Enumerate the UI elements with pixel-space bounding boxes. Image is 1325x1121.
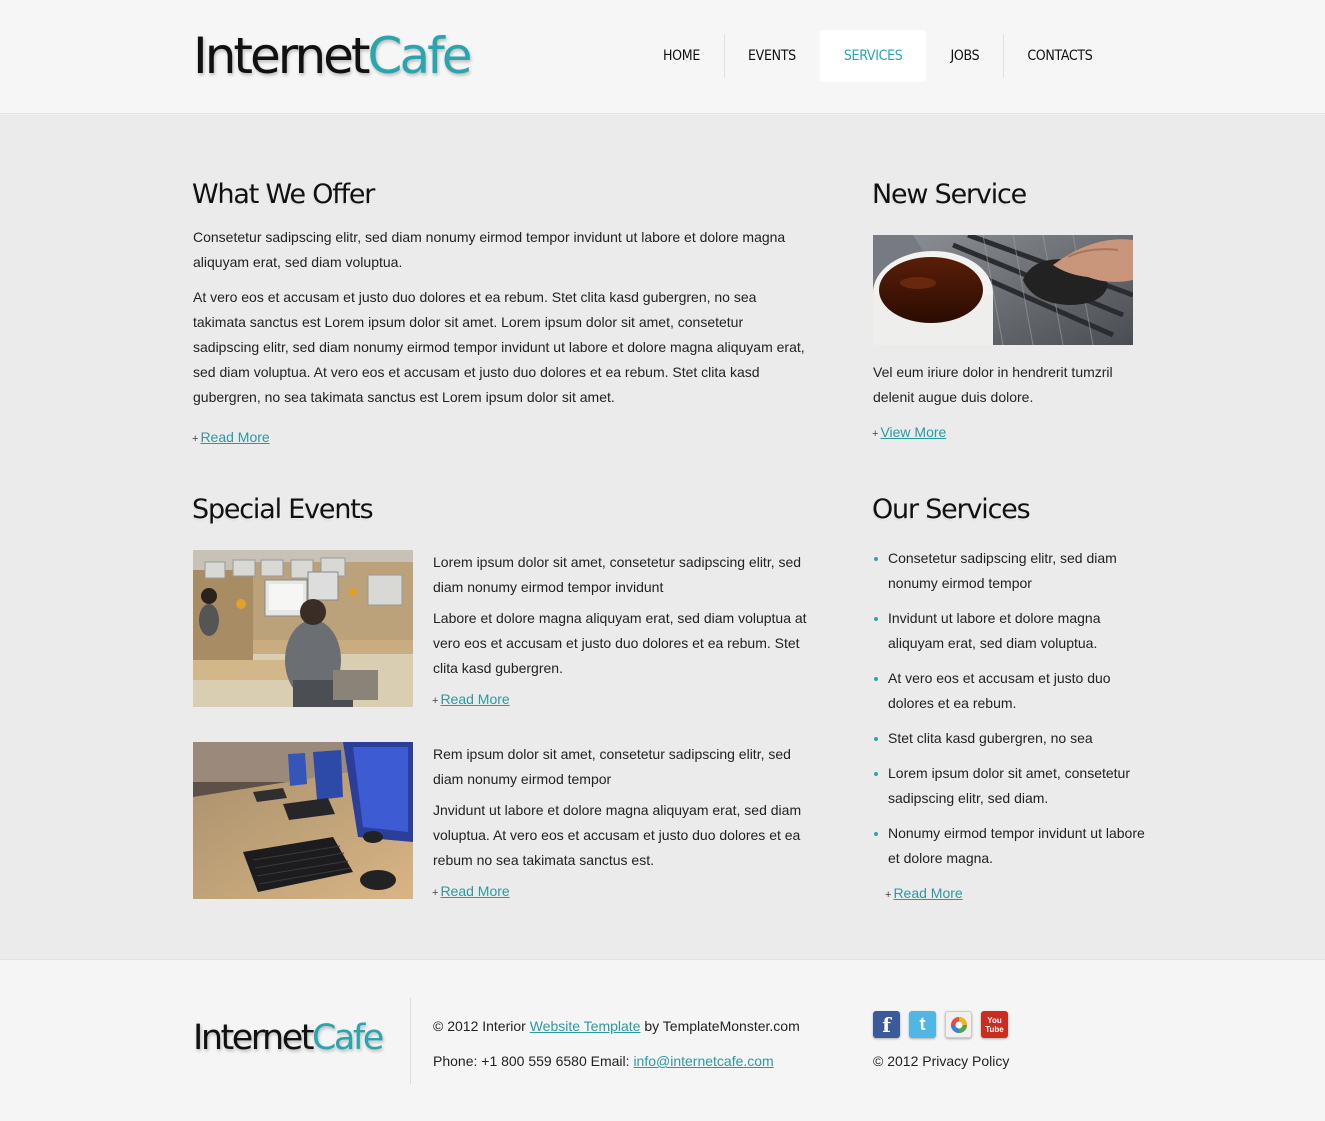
main-content: What We Offer Consetetur sadipscing elit… [0,115,1325,959]
services-read-more: + Read More [885,885,963,901]
main-nav: HOME EVENTS SERVICES JOBS CONTACTS [639,30,1117,82]
plus-icon: + [432,695,439,707]
phone-text: Phone: +1 800 559 6580 Email: [433,1053,634,1069]
footer-logo[interactable]: InternetCafe [193,1018,384,1058]
nav-services[interactable]: SERVICES [819,30,927,82]
youtube-icon[interactable]: You Tube [981,1011,1008,1038]
event-2-lead: Rem ipsum dolor sit amet, consetetur sad… [433,746,791,787]
service-item: Stet clita kasd gubergren, no sea [873,726,1148,751]
logo-internet: Internet [193,27,371,85]
header: InternetCafe HOME EVENTS SERVICES JOBS C… [0,0,1325,114]
event-1-body: Labore et dolore magna aliquyam erat, se… [433,610,807,676]
service-item: Nonumy eirmod tempor invidunt ut labore … [873,821,1148,871]
plus-icon: + [885,889,892,901]
footer-logo-cafe: Cafe [311,1018,384,1058]
picasa-glyph [950,1016,967,1033]
nav-home[interactable]: HOME [639,30,724,82]
events-title: Special Events [192,494,374,525]
event-1-read-more-link[interactable]: Read More [440,691,509,707]
event-2-body: Jnvidunt ut labore et dolore magna aliqu… [433,802,802,868]
footer: InternetCafe © 2012 Interior Website Tem… [0,959,1325,1121]
facebook-icon[interactable]: f [873,1011,900,1038]
service-item: Lorem ipsum dolor sit amet, consetetur s… [873,761,1148,811]
services-list: Consetetur sadipscing elitr, sed diam no… [873,546,1148,881]
new-service-view-more: + View More [872,424,946,440]
service-item: Consetetur sadipscing elitr, sed diam no… [873,546,1148,596]
offer-intro: Consetetur sadipscing elitr, sed diam no… [193,229,786,270]
offer-read-more-link[interactable]: Read More [200,429,269,445]
event-2-read-more-link[interactable]: Read More [440,883,509,899]
plus-icon: + [872,428,879,440]
services-read-more-link[interactable]: Read More [893,885,962,901]
copyright-prefix: © 2012 Interior [433,1018,530,1034]
new-service-title: New Service [872,179,1027,210]
offer-read-more: + Read More [192,429,270,445]
youtube-tube: Tube [985,1024,1004,1034]
offer-body: At vero eos et accusam et justo duo dolo… [193,289,805,405]
nav-contacts[interactable]: CONTACTS [1003,30,1116,82]
event-1-read-more: + Read More [432,691,510,707]
nav-events[interactable]: EVENTS [724,30,820,82]
new-service-text: Vel eum iriure dolor in hendrerit tumzri… [873,364,1113,405]
website-template-link[interactable]: Website Template [530,1018,641,1034]
logo[interactable]: InternetCafe [193,27,473,85]
footer-logo-internet: Internet [193,1018,314,1058]
service-item: At vero eos et accusam et justo duo dolo… [873,666,1148,716]
email-link[interactable]: info@internetcafe.com [633,1053,773,1069]
service-item: Invidunt ut labore et dolore magna aliqu… [873,606,1148,656]
our-services-title: Our Services [872,494,1031,525]
social-icons: f t You Tube [873,1011,1008,1038]
plus-icon: + [192,433,199,445]
coffee-laptop-image [873,235,1133,345]
footer-divider [410,998,411,1084]
plus-icon: + [432,887,439,899]
event-1-lead: Lorem ipsum dolor sit amet, consetetur s… [433,554,802,595]
footer-copyright: © 2012 Interior Website Template by Temp… [433,1018,800,1034]
footer-contact: Phone: +1 800 559 6580 Email: info@inter… [433,1053,774,1069]
event-2-read-more: + Read More [432,883,510,899]
view-more-link[interactable]: View More [880,424,946,440]
picasa-icon[interactable] [945,1011,972,1038]
offer-title: What We Offer [192,179,375,210]
twitter-icon[interactable]: t [909,1011,936,1038]
youtube-you: You [987,1015,1002,1025]
privacy-policy[interactable]: © 2012 Privacy Policy [873,1053,1009,1069]
copyright-suffix: by TemplateMonster.com [640,1018,800,1034]
internet-cafe-room-image [193,550,413,707]
keyboards-row-image [193,742,413,899]
logo-cafe: Cafe [367,27,473,85]
nav-jobs[interactable]: JOBS [926,30,1003,82]
